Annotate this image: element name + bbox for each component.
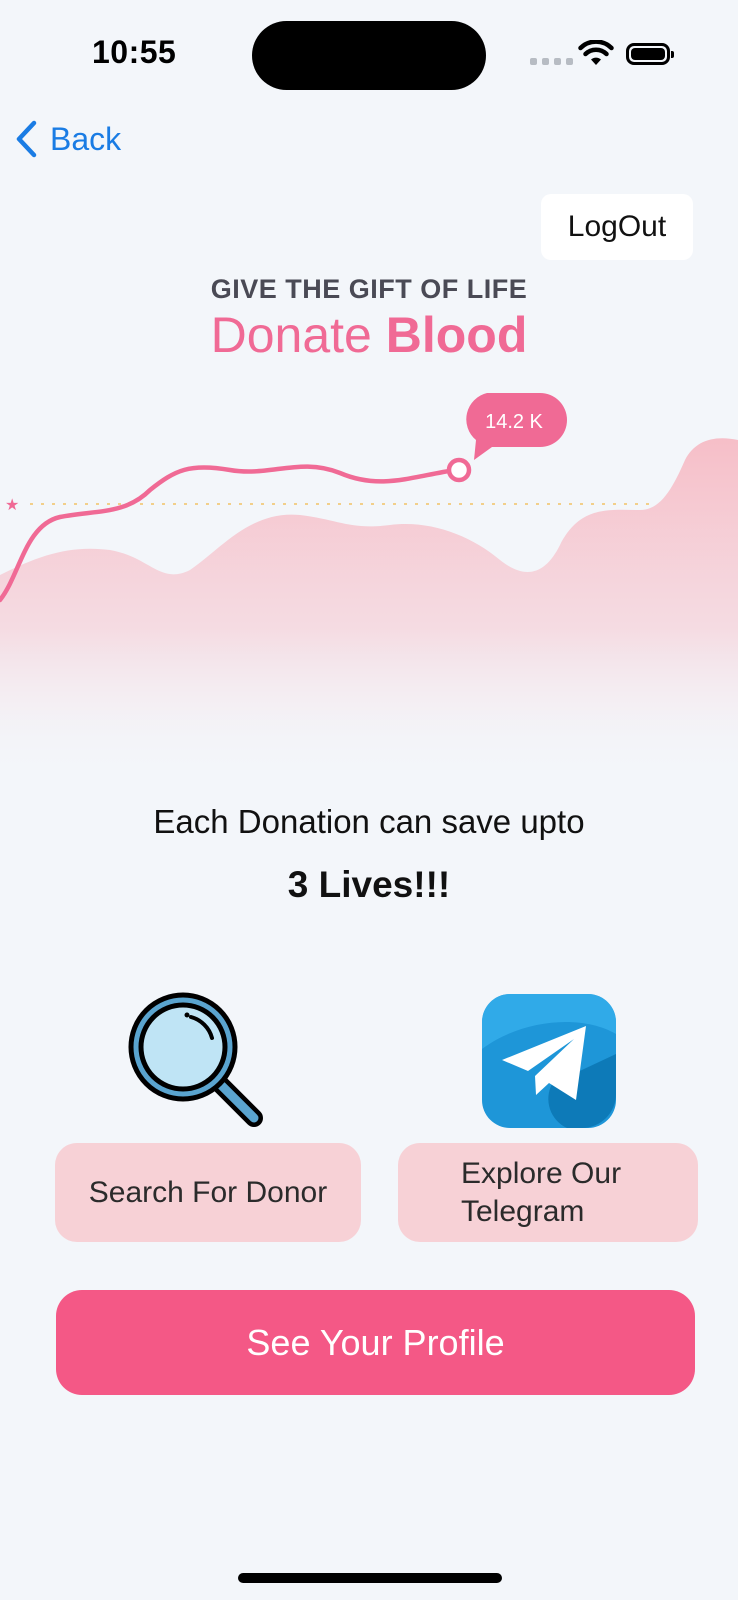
home-indicator[interactable] — [238, 1573, 502, 1583]
see-profile-button[interactable]: See Your Profile — [56, 1290, 695, 1395]
status-time: 10:55 — [92, 34, 177, 70]
chart-wave-area — [0, 438, 738, 785]
chevron-left-icon — [16, 120, 37, 158]
dynamic-island — [252, 21, 486, 90]
chart-point — [446, 457, 472, 483]
wifi-icon — [578, 40, 614, 65]
headline-light: Donate — [210, 307, 372, 363]
headline-bold: Blood — [385, 307, 528, 363]
hero-tagline: GIVE THE GIFT OF LIFE — [210, 274, 528, 304]
chart-star-icon: ★ — [5, 495, 19, 514]
telegram-icon — [482, 994, 616, 1128]
battery-icon — [626, 43, 674, 65]
donation-message: Each Donation can save upto — [153, 803, 585, 840]
hero-headline: Donate Blood — [0, 306, 738, 364]
explore-telegram-button[interactable]: Explore Our Telegram — [398, 1143, 698, 1242]
logout-button[interactable]: LogOut — [541, 194, 693, 260]
back-label: Back — [50, 120, 122, 157]
chart-badge-label: 14.2 K — [485, 411, 543, 433]
lives-count: 3 Lives!!! — [287, 864, 451, 905]
magnifier-icon — [128, 992, 263, 1127]
cellular-signal-icon — [530, 58, 573, 65]
hero-chart-illustration: ★ 14.2 K — [0, 393, 738, 785]
back-button[interactable]: Back — [14, 120, 121, 158]
search-donor-button[interactable]: Search For Donor — [55, 1143, 361, 1242]
